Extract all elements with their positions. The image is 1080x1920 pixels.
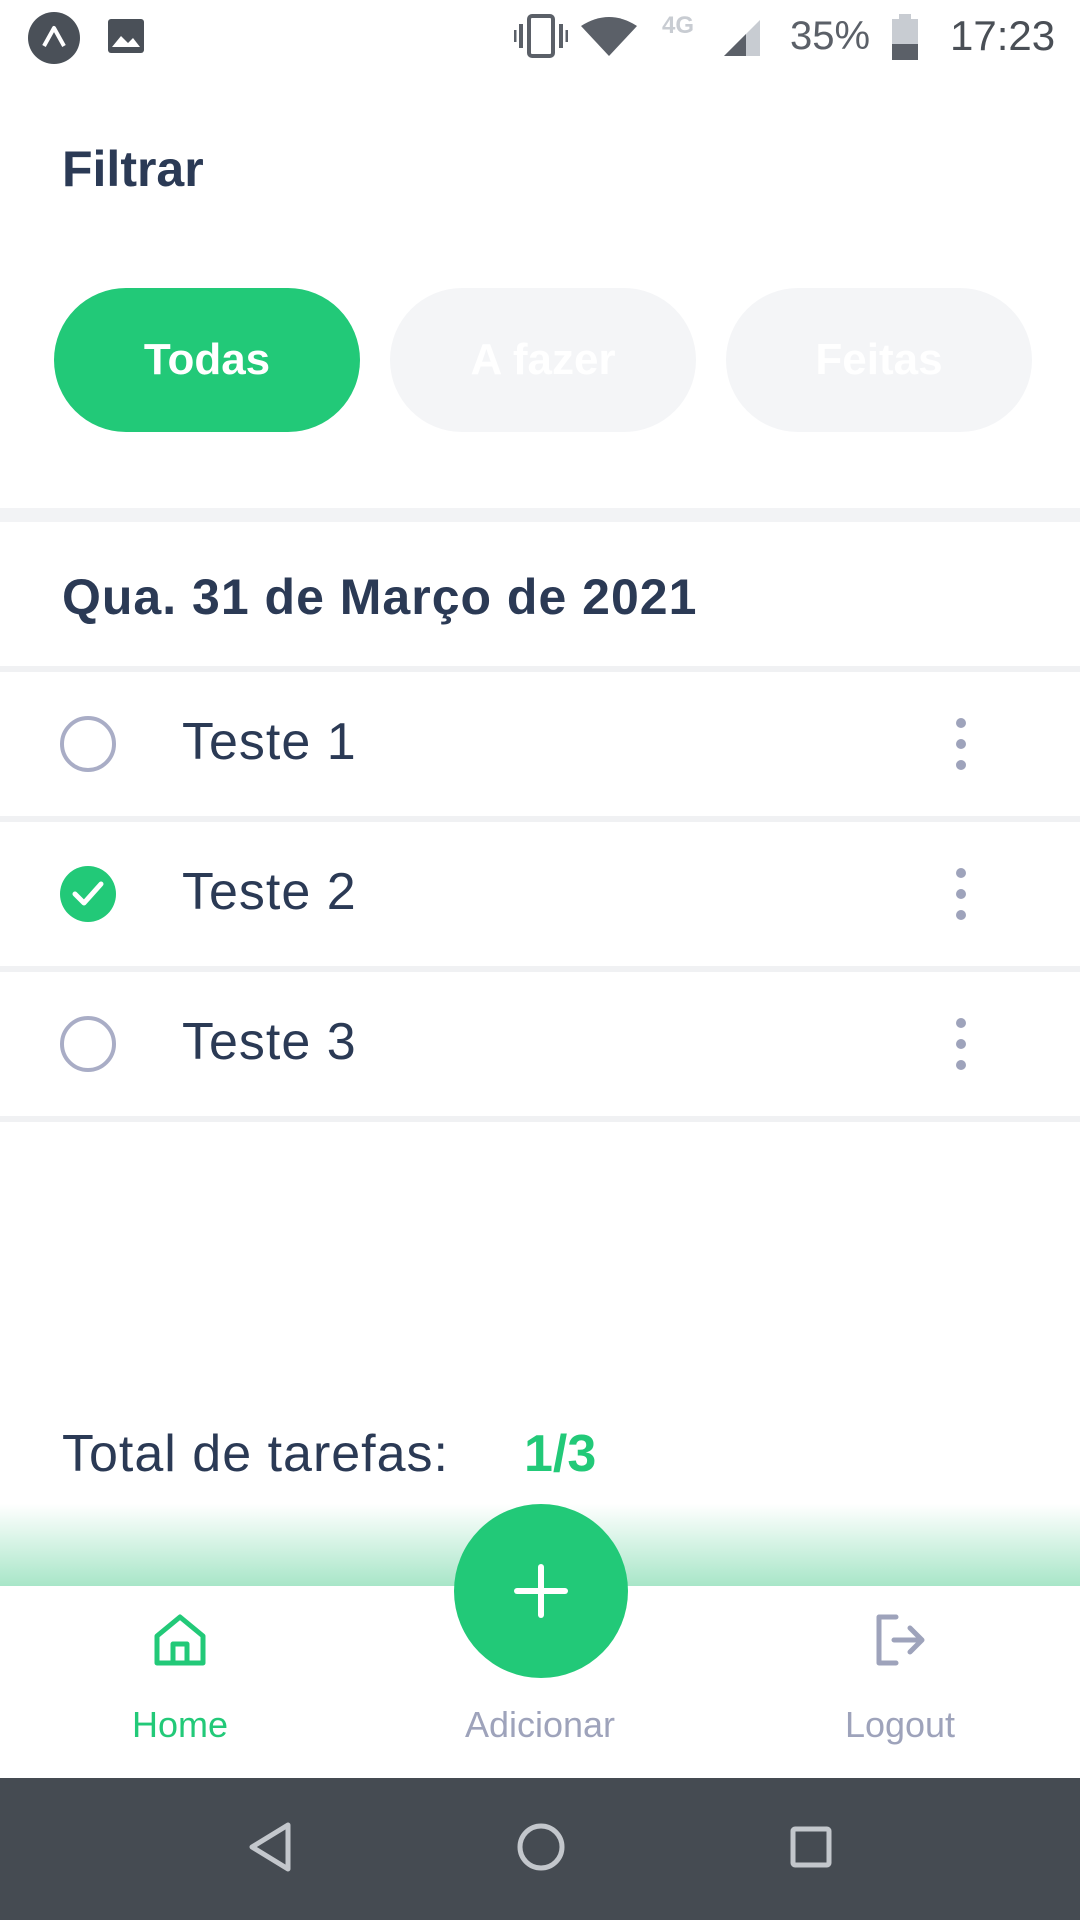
total-label: Total de tarefas: — [62, 1425, 449, 1483]
add-task-button[interactable] — [454, 1504, 628, 1678]
clock: 17:23 — [950, 12, 1056, 59]
system-navigation-bar — [0, 1778, 1080, 1920]
back-icon[interactable] — [248, 1822, 292, 1877]
unchecked-circle-icon[interactable] — [60, 716, 116, 772]
wifi-icon — [580, 16, 638, 68]
section-divider — [0, 508, 1080, 522]
filter-chip-feitas[interactable]: Feitas — [726, 288, 1032, 432]
task-row[interactable]: Teste 3 — [0, 972, 1080, 1116]
nav-home-label: Home — [131, 1704, 229, 1745]
filter-chip-todas[interactable]: Todas — [54, 288, 360, 432]
network-type: 4G — [662, 12, 695, 39]
filter-chip-a-fazer[interactable]: A fazer — [390, 288, 696, 432]
task-label: Teste 2 — [182, 863, 357, 921]
vibrate-icon — [513, 14, 569, 66]
task-row[interactable]: Teste 1 — [0, 672, 1080, 816]
unchecked-circle-icon[interactable] — [60, 1016, 116, 1072]
divider — [0, 1116, 1080, 1122]
battery-percent: 35% — [790, 14, 871, 58]
task-row[interactable]: Teste 2 — [0, 822, 1080, 966]
filter-chips: Todas A fazer Feitas — [54, 288, 1034, 432]
date-header: Qua. 31 de Março de 2021 — [62, 569, 698, 625]
more-options-icon[interactable] — [944, 712, 976, 776]
home-icon — [152, 1612, 208, 1673]
total-value: 1/3 — [524, 1425, 597, 1483]
more-options-icon[interactable] — [944, 1012, 976, 1076]
image-notification-icon — [106, 17, 146, 60]
checked-circle-icon[interactable] — [60, 866, 116, 922]
task-label: Teste 1 — [182, 713, 357, 771]
home-circle-icon[interactable] — [516, 1822, 566, 1877]
nav-logout-label: Logout — [844, 1704, 956, 1745]
battery-icon — [890, 14, 920, 66]
nav-add-label: Adicionar — [464, 1704, 616, 1745]
filter-title: Filtrar — [62, 141, 204, 197]
more-options-icon[interactable] — [944, 862, 976, 926]
app-notification-icon — [28, 12, 80, 64]
task-label: Teste 3 — [182, 1013, 357, 1071]
recent-apps-icon[interactable] — [790, 1826, 832, 1873]
nav-home[interactable]: Home — [40, 1586, 320, 1778]
logout-icon — [872, 1612, 928, 1673]
signal-icon — [722, 18, 762, 70]
nav-logout[interactable]: Logout — [760, 1586, 1040, 1778]
status-bar: 4G 35% 17:23 — [0, 0, 1080, 72]
plus-icon — [514, 1564, 568, 1618]
